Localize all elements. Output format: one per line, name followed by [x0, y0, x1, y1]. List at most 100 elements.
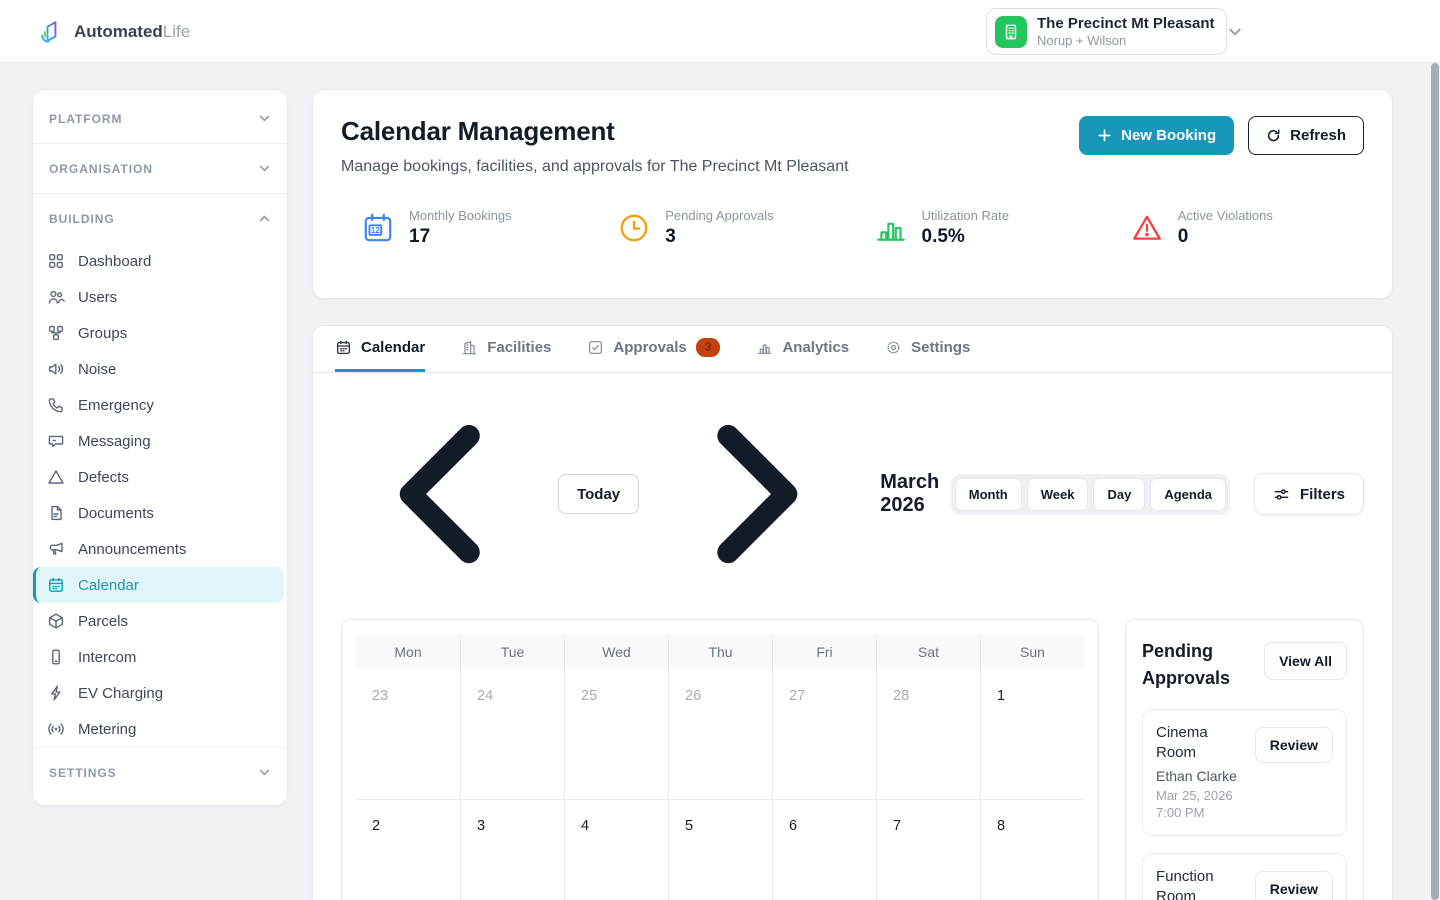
day-of-week-header: MonTueWedThuFriSatSun: [356, 634, 1084, 670]
chevron-down-icon: [1227, 24, 1243, 40]
section-label: PLATFORM: [49, 112, 122, 126]
scrollbar-thumb[interactable]: [1431, 63, 1439, 900]
nav-item-label: Intercom: [78, 649, 136, 666]
alert-icon: [1130, 211, 1164, 245]
approvals-count-badge: 3: [696, 338, 721, 357]
approval-facility: Cinema Room: [1156, 723, 1232, 763]
chevron-down-icon: [258, 112, 271, 125]
day-cell[interactable]: 25: [564, 670, 668, 799]
day-of-week-label: Sat: [876, 634, 980, 670]
noise-icon: [47, 360, 65, 378]
sidebar-item-metering[interactable]: Metering: [33, 711, 287, 747]
nav-item-label: Defects: [78, 469, 129, 486]
sidebar-section-organisation[interactable]: ORGANISATION: [33, 144, 287, 193]
documents-icon: [47, 504, 65, 522]
day-cell[interactable]: 27: [772, 670, 876, 799]
stat-utilization-rate: Utilization Rate 0.5%: [852, 208, 1108, 248]
prev-month-button[interactable]: [341, 391, 553, 597]
building-selector[interactable]: The Precinct Mt Pleasant Norup + Wilson: [986, 8, 1227, 55]
sidebar-nav-list: Dashboard Users Groups Noise Emergency M…: [33, 243, 287, 747]
building-selector-name: The Precinct Mt Pleasant: [1037, 15, 1215, 32]
nav-item-label: Emergency: [78, 397, 154, 414]
sidebar-item-documents[interactable]: Documents: [33, 495, 287, 531]
sidebar-item-calendar[interactable]: Calendar: [33, 567, 284, 603]
nav-item-label: Dashboard: [78, 253, 151, 270]
sidebar-section-platform[interactable]: PLATFORM: [33, 94, 287, 143]
month-label: March 2026: [880, 471, 951, 517]
refresh-icon: [1266, 128, 1281, 143]
sidebar-item-dashboard[interactable]: Dashboard: [33, 243, 287, 279]
day-of-week-label: Fri: [772, 634, 876, 670]
building-selector-org: Norup + Wilson: [1037, 33, 1215, 48]
sidebar-section-building[interactable]: BUILDING: [33, 194, 287, 243]
day-cell[interactable]: 4: [564, 800, 668, 900]
metering-icon: [47, 720, 65, 738]
day-cell[interactable]: 28: [876, 670, 980, 799]
stat-value: 0: [1178, 226, 1273, 248]
sidebar: PLATFORM ORGANISATION BUILDING Dashboard…: [32, 89, 288, 806]
sidebar-item-users[interactable]: Users: [33, 279, 287, 315]
sidebar-item-parcels[interactable]: Parcels: [33, 603, 287, 639]
emergency-icon: [47, 396, 65, 414]
section-label: ORGANISATION: [49, 162, 153, 176]
chevron-down-icon: [258, 162, 271, 175]
tab-calendar[interactable]: Calendar: [335, 326, 425, 372]
sidebar-item-announcements[interactable]: Announcements: [33, 531, 287, 567]
day-cell[interactable]: 8: [980, 800, 1084, 900]
chevron-right-icon: [653, 397, 847, 591]
day-cell[interactable]: 23: [356, 670, 460, 799]
sidebar-item-messaging[interactable]: Messaging: [33, 423, 287, 459]
nav-item-label: Metering: [78, 721, 136, 738]
view-button-agenda[interactable]: Agenda: [1150, 478, 1226, 511]
logo-text: AutomatedLife: [74, 22, 190, 42]
sidebar-item-emergency[interactable]: Emergency: [33, 387, 287, 423]
approval-time: 7:00 PM: [1156, 805, 1333, 820]
review-button[interactable]: Review: [1255, 727, 1333, 763]
tab-approvals[interactable]: Approvals 3: [587, 326, 720, 372]
sidebar-section-settings[interactable]: SETTINGS: [33, 748, 287, 797]
view-all-button[interactable]: View All: [1264, 642, 1347, 680]
day-cell[interactable]: 5: [668, 800, 772, 900]
intercom-icon: [47, 648, 65, 666]
sidebar-item-defects[interactable]: Defects: [33, 459, 287, 495]
filters-button[interactable]: Filters: [1254, 473, 1364, 515]
view-button-week[interactable]: Week: [1027, 478, 1089, 511]
day-cell[interactable]: 2: [356, 800, 460, 900]
groups-icon: [47, 324, 65, 342]
view-button-day[interactable]: Day: [1093, 478, 1145, 511]
tab-label: Settings: [911, 339, 970, 356]
new-booking-label: New Booking: [1121, 127, 1216, 144]
day-cell[interactable]: 3: [460, 800, 564, 900]
tab-label: Analytics: [782, 339, 849, 356]
review-button[interactable]: Review: [1255, 871, 1333, 900]
tab-analytics[interactable]: Analytics: [756, 326, 849, 372]
ev-charging-icon: [47, 684, 65, 702]
nav-item-label: Announcements: [78, 541, 186, 558]
day-cell[interactable]: 1: [980, 670, 1084, 799]
sidebar-item-groups[interactable]: Groups: [33, 315, 287, 351]
sidebar-item-intercom[interactable]: Intercom: [33, 639, 287, 675]
logo-icon: [36, 17, 66, 47]
day-cell[interactable]: 26: [668, 670, 772, 799]
sidebar-item-ev-charging[interactable]: EV Charging: [33, 675, 287, 711]
refresh-button[interactable]: Refresh: [1248, 116, 1364, 155]
svg-text:12: 12: [371, 226, 380, 235]
approval-card: Cinema Room Review Ethan Clarke Mar 25, …: [1142, 709, 1347, 836]
next-month-button[interactable]: [644, 391, 856, 597]
tab-facilities[interactable]: Facilities: [461, 326, 551, 372]
section-label: SETTINGS: [49, 766, 117, 780]
day-cell[interactable]: 7: [876, 800, 980, 900]
dashboard-icon: [47, 252, 65, 270]
approval-date: Mar 25, 2026: [1156, 788, 1333, 803]
tab-settings[interactable]: Settings: [885, 326, 970, 372]
nav-item-label: Users: [78, 289, 117, 306]
sidebar-item-noise[interactable]: Noise: [33, 351, 287, 387]
today-button[interactable]: Today: [558, 474, 639, 514]
chevron-left-icon: [350, 397, 544, 591]
view-switcher: MonthWeekDayAgenda: [951, 474, 1230, 515]
view-button-month[interactable]: Month: [955, 478, 1022, 511]
day-cell[interactable]: 6: [772, 800, 876, 900]
new-booking-button[interactable]: New Booking: [1079, 116, 1234, 155]
stat-value: 3: [665, 226, 773, 248]
day-cell[interactable]: 24: [460, 670, 564, 799]
